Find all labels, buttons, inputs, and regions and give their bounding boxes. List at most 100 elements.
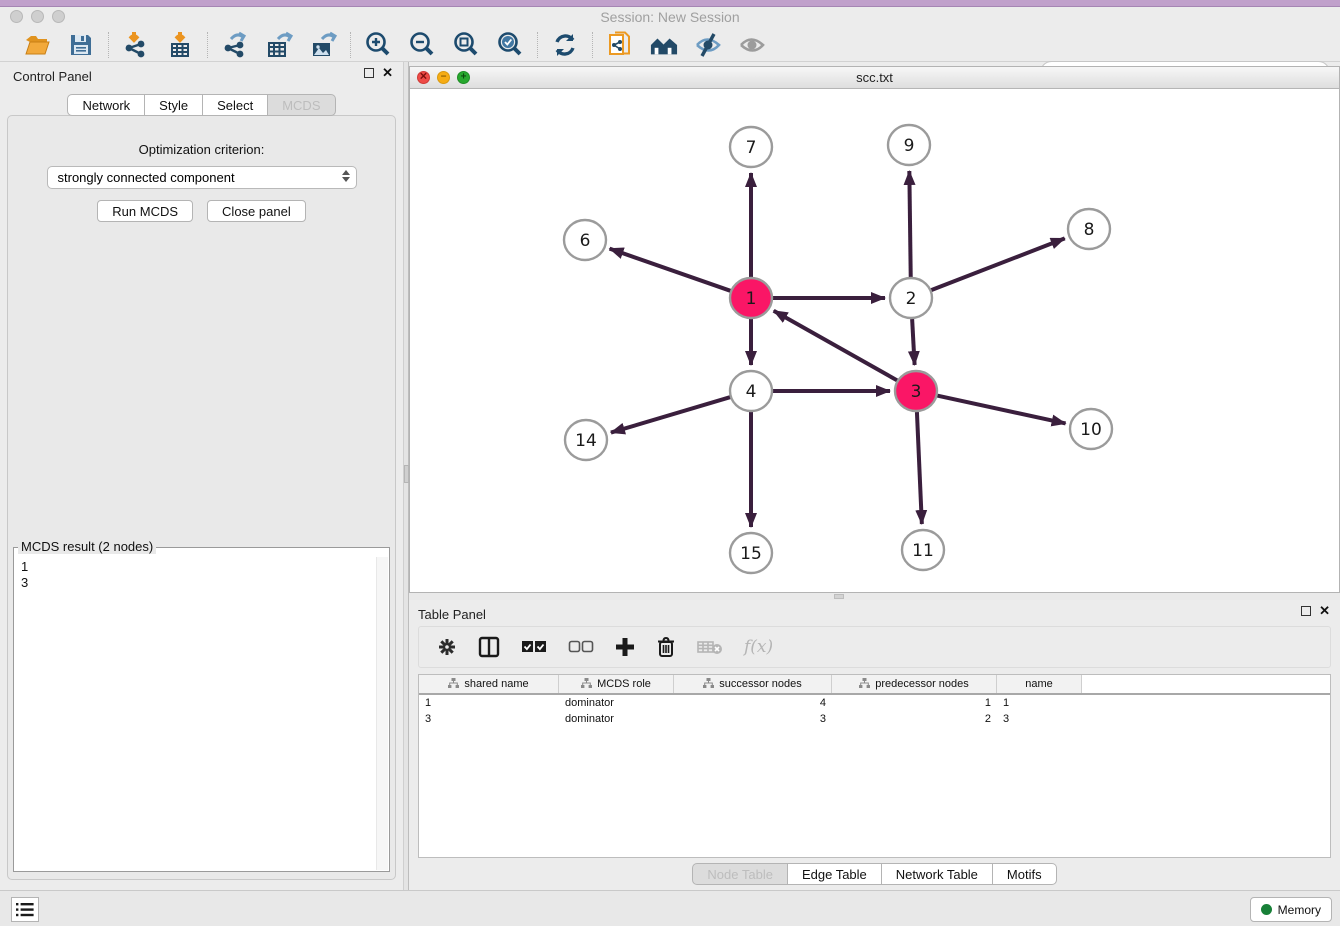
graph-node-label-15: 15 [740,544,762,564]
close-panel-icon[interactable]: ✕ [382,68,393,78]
column-header-name[interactable]: name [997,675,1082,693]
zoom-in-icon[interactable] [364,31,392,59]
mcds-pane: Optimization criterion: strongly connect… [7,115,396,880]
network-graph[interactable]: 7968124314101511 [410,89,1339,592]
apply-layout-icon[interactable] [551,31,579,59]
edge-2-9[interactable] [909,171,910,277]
memory-button[interactable]: Memory [1250,897,1332,922]
optimization-criterion-select[interactable]: strongly connected component [47,166,357,189]
tab-style[interactable]: Style [145,94,203,116]
export-network-icon[interactable] [221,31,249,59]
apply-function-icon[interactable]: f(x) [744,637,773,657]
run-mcds-button[interactable]: Run MCDS [97,200,193,222]
edge-1-6[interactable] [610,249,732,291]
column-header-predecessor-nodes[interactable]: predecessor nodes [832,675,997,693]
export-image-icon[interactable] [309,31,337,59]
cell-1-1: dominator [559,713,674,725]
table-tabs: Node Table Edge Table Network Table Moti… [409,863,1340,885]
cell-0-0: 1 [419,697,559,709]
column-header-shared-name[interactable]: shared name [419,675,559,693]
zoom-selected-icon[interactable] [496,31,524,59]
zoom-fit-icon[interactable] [452,31,480,59]
hide-selected-icon[interactable] [694,31,722,59]
cell-0-1: dominator [559,697,674,709]
show-all-icon[interactable] [738,31,766,59]
tab-mcds[interactable]: MCDS [268,94,335,116]
tab-edge-table[interactable]: Edge Table [788,863,882,885]
close-panel-button[interactable]: Close panel [207,200,306,222]
tab-node-table[interactable]: Node Table [692,863,788,885]
show-columns-icon[interactable] [478,636,500,658]
graph-node-label-4: 4 [746,382,757,402]
table-toolbar: f(x) [418,626,1331,668]
status-bar: Memory [0,890,1340,926]
network-window-title: scc.txt [410,70,1339,85]
control-panel-tabs: Network Style Select MCDS [0,94,403,116]
table-panel: Table Panel ✕ [409,600,1340,890]
node-table[interactable]: shared nameMCDS rolesuccessor nodesprede… [418,674,1331,858]
table-row-0[interactable]: 1dominator411 [419,695,1330,711]
close-table-panel-icon[interactable]: ✕ [1319,606,1330,616]
add-column-icon[interactable] [615,637,635,657]
mcds-result-group: MCDS result (2 nodes) 1 3 [13,547,390,872]
column-type-icon [859,678,870,691]
tab-network-table[interactable]: Network Table [882,863,993,885]
column-type-icon [581,678,592,691]
control-panel: Control Panel ✕ Network Style Select MCD… [0,62,403,890]
network-window-titlebar[interactable]: ✕ − + scc.txt [410,67,1339,89]
graph-node-label-7: 7 [746,138,757,158]
zoom-out-icon[interactable] [408,31,436,59]
mcds-result-title: MCDS result (2 nodes) [18,539,156,554]
graph-node-label-1: 1 [746,289,757,309]
table-row-1[interactable]: 3dominator323 [419,711,1330,727]
graph-node-label-8: 8 [1084,220,1095,240]
network-canvas[interactable]: 7968124314101511 [410,89,1339,592]
save-session-icon[interactable] [67,31,95,59]
optimization-criterion-value: strongly connected component [58,170,235,185]
table-options-icon[interactable] [437,637,457,657]
edge-3-1[interactable] [774,311,898,381]
horizontal-splitter-handle[interactable] [834,594,844,599]
window-title: Session: New Session [0,9,1340,25]
float-panel-icon[interactable] [364,68,374,78]
result-scrollbar[interactable] [376,557,388,870]
tab-network[interactable]: Network [67,94,145,116]
clone-network-icon[interactable] [606,31,634,59]
mcds-result-text[interactable]: 1 3 [15,557,388,870]
column-header-successor-nodes[interactable]: successor nodes [674,675,832,693]
column-type-icon [703,678,714,691]
tab-select[interactable]: Select [203,94,268,116]
window-accent-strip [0,0,1340,7]
delete-table-icon[interactable] [697,639,723,655]
tab-motifs[interactable]: Motifs [993,863,1057,885]
optimization-criterion-label: Optimization criterion: [8,142,395,157]
edge-3-10[interactable] [937,395,1066,423]
deselect-all-rows-icon[interactable] [568,640,594,654]
select-all-rows-icon[interactable] [521,640,547,654]
open-session-icon[interactable] [23,31,51,59]
float-table-panel-icon[interactable] [1301,606,1311,616]
export-table-icon[interactable] [265,31,293,59]
table-header-row: shared nameMCDS rolesuccessor nodesprede… [419,675,1330,695]
graph-node-label-2: 2 [906,289,917,309]
graph-node-label-6: 6 [580,231,591,251]
first-neighbors-icon[interactable] [650,31,678,59]
delete-columns-icon[interactable] [656,636,676,658]
column-type-icon [448,678,459,691]
graph-node-label-9: 9 [904,136,915,156]
edge-2-3[interactable] [912,319,914,365]
column-header-MCDS-role[interactable]: MCDS role [559,675,674,693]
graph-node-label-11: 11 [912,541,934,561]
task-history-button[interactable] [11,897,39,922]
import-network-icon[interactable] [122,31,150,59]
network-view-window: ✕ − + scc.txt 7968124314101511 [409,66,1340,593]
application-window: Session: New Session [0,0,1340,926]
table-panel-title: Table Panel [418,607,486,622]
edge-4-14[interactable] [611,397,731,433]
memory-status-icon [1261,904,1272,915]
edge-3-11[interactable] [917,412,922,524]
import-table-icon[interactable] [166,31,194,59]
edge-2-8[interactable] [931,238,1065,290]
horizontal-splitter[interactable] [409,593,1340,600]
memory-label: Memory [1278,903,1321,917]
